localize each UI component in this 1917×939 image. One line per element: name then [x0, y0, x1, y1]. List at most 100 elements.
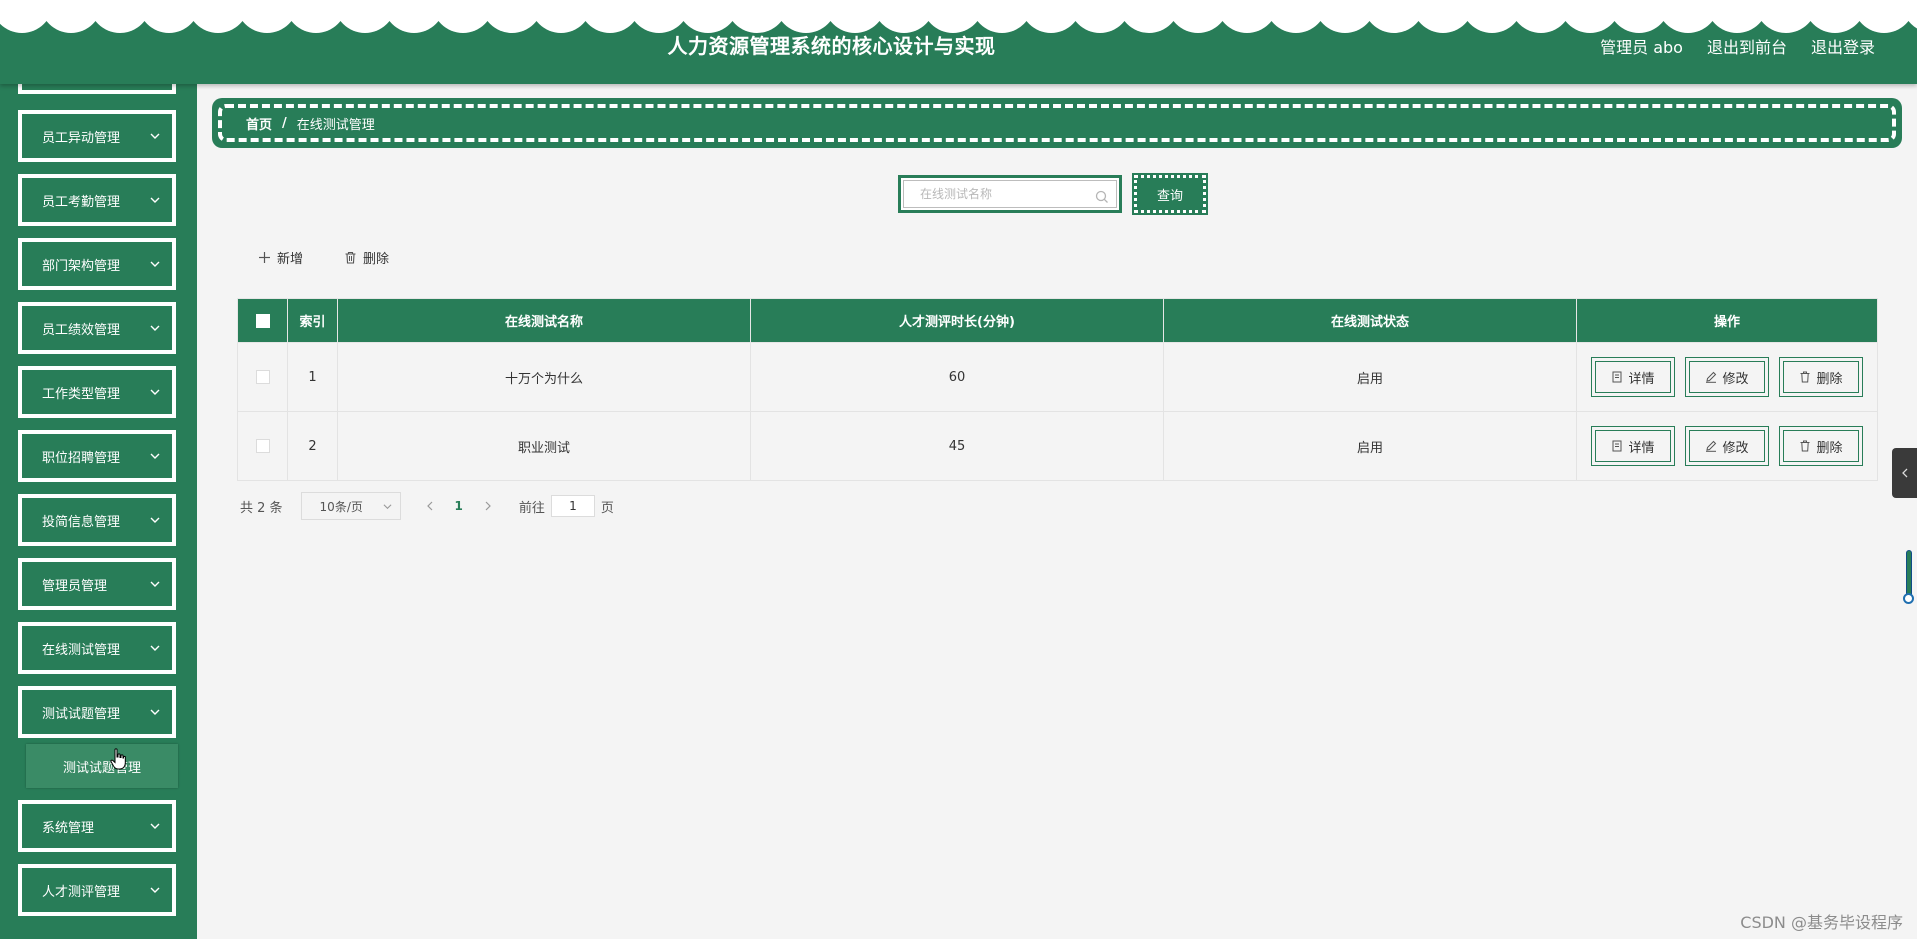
cell-name: 职业测试 [337, 411, 751, 481]
column-header: 在线测试状态 [1163, 298, 1577, 343]
sidebar-item-admin[interactable]: 管理员管理 [18, 558, 176, 610]
breadcrumb-home[interactable]: 首页 [246, 114, 272, 133]
trash-icon [1800, 371, 1810, 383]
header-links: 管理员 abo 退出到前台 退出登录 [1600, 34, 1875, 58]
chevron-down-icon [150, 261, 160, 267]
total-count: 共 2 条 [240, 500, 283, 516]
trash-icon [345, 251, 356, 264]
row-checkbox[interactable] [255, 439, 270, 453]
chevron-down-icon [150, 709, 160, 715]
sidebar-item-label: 测试试题管理 [42, 706, 121, 722]
sidebar-item-job-type[interactable]: 工作类型管理 [18, 366, 176, 418]
document-icon [1612, 371, 1622, 383]
batch-delete-button[interactable]: 删除 [344, 245, 389, 269]
chevron-down-icon [150, 325, 160, 331]
edit-button[interactable]: 修改 [1685, 426, 1769, 466]
search-input[interactable] [903, 180, 1117, 208]
cell-index: 1 [287, 342, 338, 412]
sidebar: 员工异动管理 员工考勤管理 部门架构管理 员工绩效管理 工作类型管理 职位招聘管… [0, 84, 197, 939]
collapse-panel-tab[interactable] [1892, 448, 1917, 498]
column-header: 操作 [1576, 298, 1878, 343]
delete-button[interactable]: 删除 [1779, 357, 1863, 397]
sidebar-item-department[interactable]: 部门架构管理 [18, 238, 176, 290]
sidebar-item-label: 工作类型管理 [42, 386, 121, 402]
sidebar-item-attendance[interactable]: 员工考勤管理 [18, 174, 176, 226]
column-header: 人才测评时长(分钟) [750, 298, 1164, 343]
sidebar-item-test-questions[interactable]: 测试试题管理 [18, 686, 176, 738]
sidebar-item-resume[interactable]: 投简信息管理 [18, 494, 176, 546]
cell-duration: 60 [750, 342, 1164, 412]
goto-page-input[interactable] [550, 495, 595, 517]
detail-button[interactable]: 详情 [1591, 357, 1675, 397]
edit-button[interactable]: 修改 [1685, 357, 1769, 397]
chevron-down-icon [150, 823, 160, 829]
sidebar-item-label: 员工异动管理 [42, 130, 121, 146]
breadcrumb-current: 在线测试管理 [296, 117, 375, 133]
select-all-checkbox[interactable] [255, 313, 270, 328]
column-header: 索引 [287, 298, 338, 343]
submenu-item-test-questions[interactable]: 测试试题管理 [26, 744, 178, 788]
sidebar-item-system[interactable]: 系统管理 [18, 800, 176, 852]
sidebar-item-performance[interactable]: 员工绩效管理 [18, 302, 176, 354]
sidebar-item-label: 在线测试管理 [42, 642, 121, 658]
sidebar-item-recruitment[interactable]: 职位招聘管理 [18, 430, 176, 482]
top-header: 人力资源管理系统的核心设计与实现 管理员 abo 退出到前台 退出登录 [0, 0, 1917, 84]
detail-button[interactable]: 详情 [1591, 426, 1675, 466]
exit-to-front-link[interactable]: 退出到前台 [1707, 34, 1787, 58]
sidebar-item-label: 员工绩效管理 [42, 322, 121, 338]
edit-icon [1706, 371, 1717, 383]
goto-label: 前往 [518, 500, 545, 516]
chevron-down-icon [150, 389, 160, 395]
hand-cursor-icon [110, 748, 126, 770]
table-row: 1 十万个为什么 60 启用 详情 修改 删除 [237, 342, 1878, 412]
edit-icon [1706, 440, 1717, 452]
trash-icon [1800, 440, 1810, 452]
page-size-select[interactable]: 10条/页 [300, 492, 401, 520]
chevron-down-icon [150, 887, 160, 893]
sidebar-item-online-test[interactable]: 在线测试管理 [18, 622, 176, 674]
scrollbar-handle[interactable] [1903, 593, 1914, 604]
search-box [898, 175, 1122, 213]
row-checkbox[interactable] [255, 370, 270, 384]
chevron-down-icon [150, 197, 160, 203]
watermark: CSDN @基务毕设程序 [1740, 913, 1903, 932]
cell-status: 启用 [1163, 411, 1577, 481]
prev-page-icon[interactable] [425, 501, 435, 511]
breadcrumb: 首页 / 在线测试管理 [212, 98, 1902, 148]
sidebar-item-label: 投简信息管理 [42, 514, 121, 530]
cell-status: 启用 [1163, 342, 1577, 412]
current-user: 管理员 abo [1600, 38, 1683, 57]
next-page-icon[interactable] [483, 501, 493, 511]
sidebar-item-label: 员工考勤管理 [42, 194, 121, 210]
data-table: 索引 在线测试名称 人才测评时长(分钟) 在线测试状态 操作 1 十万个为什么 … [237, 298, 1878, 481]
chevron-down-icon [150, 517, 160, 523]
chevron-down-icon [150, 133, 160, 139]
sidebar-item-label: 管理员管理 [42, 578, 108, 594]
select-all-cell [237, 298, 288, 343]
delete-button[interactable]: 删除 [1779, 426, 1863, 466]
plus-icon [259, 251, 270, 263]
sidebar-item-label: 部门架构管理 [42, 258, 121, 274]
sidebar-item-talent-assessment[interactable]: 人才测评管理 [18, 864, 176, 916]
cell-name: 十万个为什么 [337, 342, 751, 412]
chevron-down-icon [150, 453, 160, 459]
row-actions: 详情 修改 删除 [1577, 357, 1877, 397]
column-header: 在线测试名称 [337, 298, 751, 343]
pagination: 共 2 条 10条/页 1 前往 页 [240, 492, 614, 520]
goto-suffix: 页 [600, 500, 614, 516]
add-button[interactable]: 新增 [258, 245, 303, 269]
document-icon [1612, 440, 1622, 452]
cell-index: 2 [287, 411, 338, 481]
table-header-row: 索引 在线测试名称 人才测评时长(分钟) 在线测试状态 操作 [237, 298, 1878, 343]
sidebar-item-label: 系统管理 [42, 820, 95, 836]
chevron-down-icon [383, 503, 392, 509]
sidebar-item-employee-change[interactable]: 员工异动管理 [18, 110, 176, 162]
chevron-left-icon [1901, 468, 1907, 478]
scallop-decoration [0, 0, 1917, 34]
sidebar-item-partial[interactable] [18, 84, 176, 94]
logout-link[interactable]: 退出登录 [1811, 34, 1875, 58]
row-actions: 详情 修改 删除 [1577, 426, 1877, 466]
chevron-down-icon [150, 581, 160, 587]
query-button[interactable]: 查询 [1132, 173, 1208, 215]
page-number[interactable]: 1 [455, 499, 463, 513]
